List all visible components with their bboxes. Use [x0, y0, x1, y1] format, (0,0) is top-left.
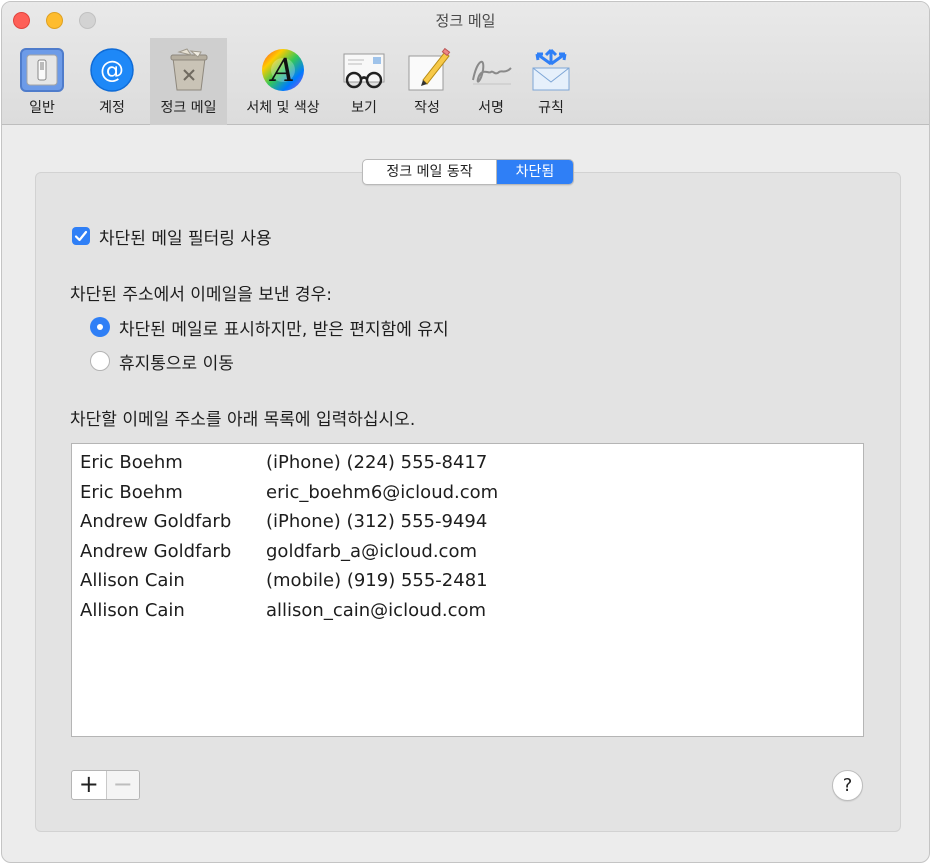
rules-envelope-icon [527, 46, 575, 94]
list-item-name: Andrew Goldfarb [80, 541, 232, 562]
general-switch-icon [18, 46, 66, 94]
blocked-addresses-list[interactable]: Eric Boehm (iPhone) (224) 555-8417 Eric … [71, 443, 864, 737]
tab-viewing[interactable]: 보기 [332, 38, 396, 125]
blocked-filter-label: 차단된 메일 필터링 사용 [99, 229, 272, 249]
tab-rules[interactable]: 규칙 [520, 38, 582, 125]
toolbar: 정크 메일 일반 @ 계정 정크 메일 A 서체 및 색상 보기 작성 서명 규… [2, 2, 929, 125]
tab-fonts-colors[interactable]: A 서체 및 색상 [235, 38, 331, 125]
checkmark-icon [74, 230, 88, 242]
list-item-address: eric_boehm6@icloud.com [266, 482, 499, 503]
list-item-name: Andrew Goldfarb [80, 511, 232, 532]
list-item-address: allison_cain@icloud.com [266, 600, 487, 621]
radio-mark-keep-inbox-label: 차단된 메일로 표시하지만, 받은 편지함에 유지 [119, 320, 449, 340]
tab-rules-label: 규칙 [538, 100, 564, 116]
svg-text:@: @ [100, 56, 124, 84]
radio-move-to-trash[interactable] [90, 351, 110, 371]
remove-address-button[interactable]: − [105, 771, 139, 799]
list-item-name: Eric Boehm [80, 482, 183, 503]
segment-junk-behavior[interactable]: 정크 메일 동작 [363, 160, 496, 184]
list-item-address: (iPhone) (312) 555-9494 [266, 511, 488, 532]
tab-fonts-colors-label: 서체 및 색상 [246, 100, 320, 116]
when-sent-label: 차단된 주소에서 이메일을 보낸 경우: [70, 285, 332, 305]
list-item-name: Eric Boehm [80, 452, 183, 473]
tab-signatures-label: 서명 [478, 100, 504, 116]
glasses-envelope-icon [340, 46, 388, 94]
add-address-button[interactable]: + [72, 771, 106, 799]
tab-accounts-label: 계정 [99, 100, 125, 116]
tab-junk-mail-label: 정크 메일 [160, 100, 217, 116]
font-color-wheel-icon: A [259, 46, 307, 94]
tab-general[interactable]: 일반 [10, 38, 74, 125]
window-title: 정크 메일 [435, 12, 496, 30]
junk-mail-segmented-control: 정크 메일 동작 차단됨 [362, 159, 574, 185]
help-button[interactable]: ? [832, 770, 863, 801]
blocked-list-label: 차단할 이메일 주소를 아래 목록에 입력하십시오. [70, 410, 416, 430]
tab-composing[interactable]: 작성 [396, 38, 458, 125]
tab-composing-label: 작성 [414, 100, 440, 116]
tab-viewing-label: 보기 [351, 100, 377, 116]
junk-trash-icon [165, 46, 213, 94]
radio-move-to-trash-label: 휴지통으로 이동 [119, 354, 234, 374]
blocked-filter-checkbox[interactable] [72, 227, 90, 245]
list-item-address: (mobile) (919) 555-2481 [266, 570, 488, 591]
svg-text:A: A [268, 51, 294, 89]
list-add-remove-buttons: + − [71, 770, 140, 800]
list-item-address: (iPhone) (224) 555-8417 [266, 452, 488, 473]
tab-general-label: 일반 [29, 100, 55, 116]
radio-mark-keep-inbox[interactable] [90, 317, 110, 337]
preferences-window: 정크 메일 일반 @ 계정 정크 메일 A 서체 및 색상 보기 작성 서명 규… [1, 1, 930, 863]
pencil-paper-icon [403, 46, 451, 94]
list-item-address: goldfarb_a@icloud.com [266, 541, 477, 562]
list-item-name: Allison Cain [80, 600, 185, 621]
segment-blocked[interactable]: 차단됨 [496, 160, 573, 184]
tab-junk-mail[interactable]: 정크 메일 [150, 38, 227, 125]
list-item-name: Allison Cain [80, 570, 185, 591]
tab-signatures[interactable]: 서명 [460, 38, 522, 125]
tab-accounts[interactable]: @ 계정 [80, 38, 144, 125]
signature-icon [467, 46, 515, 94]
at-sign-icon: @ [88, 46, 136, 94]
